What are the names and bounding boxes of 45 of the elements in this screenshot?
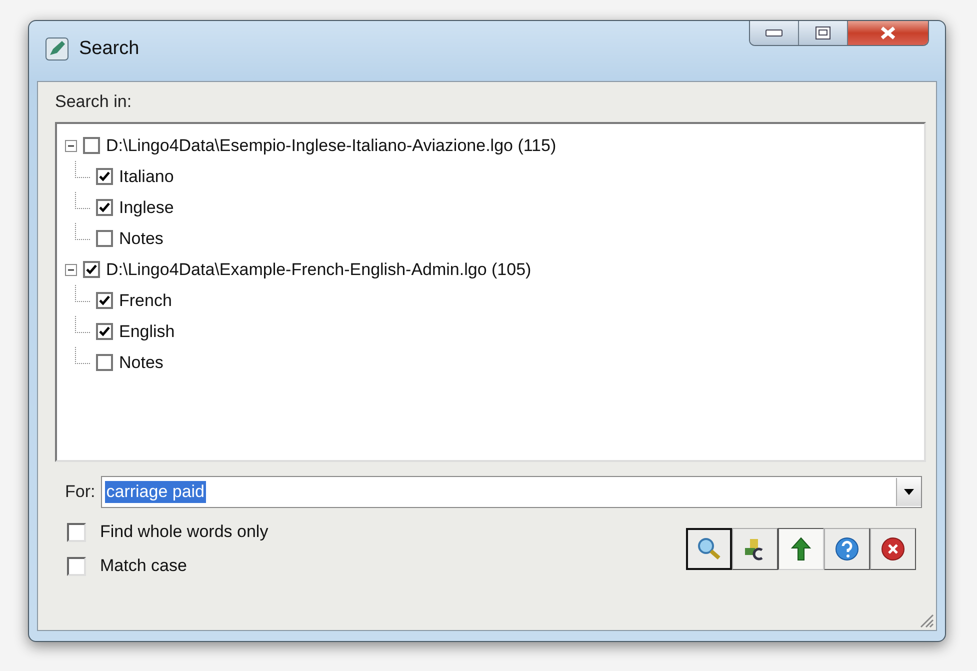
search-icon — [696, 536, 722, 562]
tree-item[interactable]: English — [119, 322, 175, 342]
checkbox[interactable] — [83, 137, 100, 154]
maximize-icon — [815, 26, 831, 40]
tree-item[interactable]: D:\Lingo4Data\Example-French-English-Admin.lgo (105) — [106, 260, 532, 280]
caret-icon — [904, 489, 914, 495]
option-label: Find whole words only — [100, 522, 268, 542]
maximize-button[interactable] — [799, 21, 848, 45]
tree-item[interactable]: D:\Lingo4Data\Esempio-Inglese-Italiano-Aviazione.lgo (115) — [106, 136, 556, 156]
tree-item[interactable]: Italiano — [119, 166, 174, 186]
minimize-icon — [765, 29, 783, 37]
option-label: Match case — [100, 556, 187, 576]
tree-item[interactable]: Notes — [119, 352, 164, 372]
help-button[interactable] — [824, 528, 870, 570]
search-field[interactable]: carriage paid — [101, 476, 922, 508]
checkbox[interactable] — [96, 199, 113, 216]
checkbox[interactable] — [67, 556, 86, 576]
checkbox[interactable] — [96, 230, 113, 247]
collapse-icon[interactable] — [65, 140, 77, 152]
replace-button[interactable] — [732, 528, 778, 570]
checkbox[interactable] — [96, 292, 113, 309]
up-button[interactable] — [778, 528, 824, 570]
close-icon — [880, 536, 906, 562]
search-in-label: Search in: — [55, 92, 133, 112]
close-button[interactable] — [848, 21, 928, 45]
for-label: For: — [65, 482, 96, 502]
checkbox[interactable] — [67, 522, 86, 542]
checkbox[interactable] — [96, 323, 113, 340]
minimize-button[interactable] — [750, 21, 799, 45]
pen-icon — [45, 37, 69, 61]
collapse-icon[interactable] — [65, 264, 77, 276]
window-title: Search — [79, 38, 140, 60]
resize-grip-icon[interactable] — [918, 612, 934, 628]
close-button[interactable] — [870, 528, 916, 570]
checkbox[interactable] — [96, 354, 113, 371]
search-button[interactable] — [686, 528, 732, 570]
up-arrow-icon — [790, 536, 812, 562]
help-icon — [834, 536, 860, 562]
close-icon — [880, 26, 896, 40]
tree-item[interactable]: Notes — [119, 228, 164, 248]
checkbox[interactable] — [83, 261, 100, 278]
dropdown-button[interactable] — [896, 478, 921, 506]
tree-item[interactable]: Inglese — [119, 198, 174, 218]
tree-item[interactable]: French — [119, 290, 172, 310]
checkbox[interactable] — [96, 168, 113, 185]
